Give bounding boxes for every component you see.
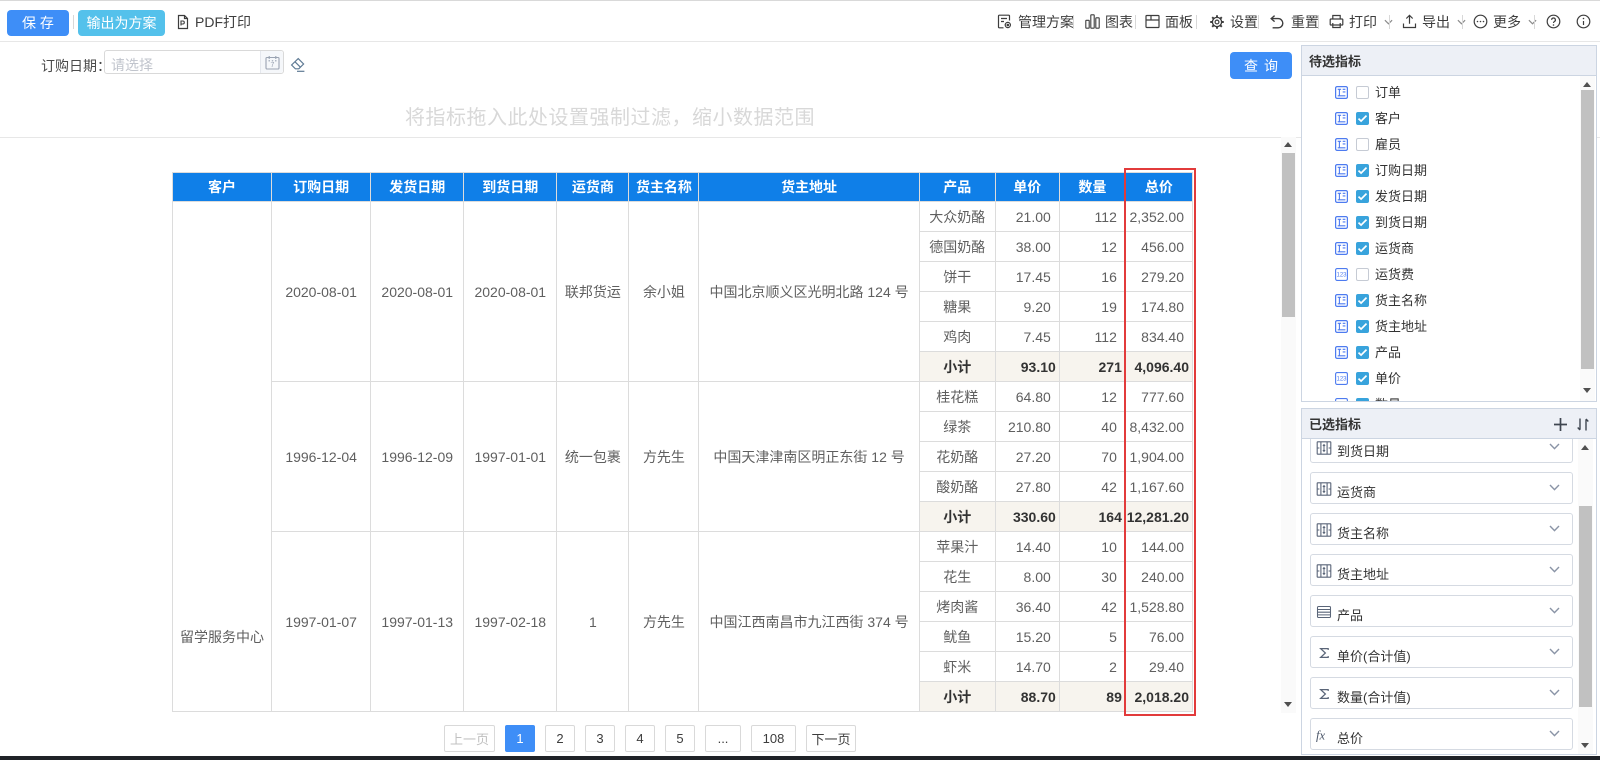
svg-text:123: 123 (1336, 377, 1347, 383)
svg-text:7: 7 (270, 62, 274, 69)
svg-text:123: 123 (1336, 273, 1347, 279)
svg-text:fx: fx (1316, 729, 1325, 743)
